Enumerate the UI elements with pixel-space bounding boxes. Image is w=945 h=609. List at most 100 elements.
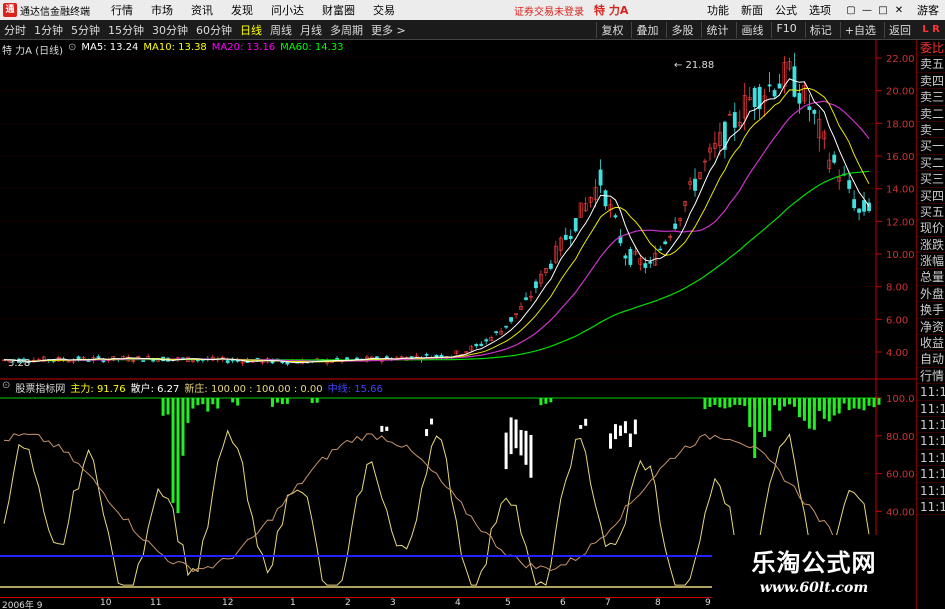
side-panel-item[interactable]: 11:1 bbox=[917, 417, 945, 434]
side-panel-item[interactable]: 卖四 bbox=[917, 73, 945, 90]
date-tick-label: 8 bbox=[655, 598, 661, 608]
side-panel-item[interactable]: 卖三 bbox=[917, 89, 945, 106]
period-tab-5min[interactable]: 5分钟 bbox=[71, 22, 100, 38]
indicator-green-bar bbox=[852, 398, 856, 409]
side-panel-item[interactable]: 11:1 bbox=[917, 401, 945, 417]
price-axis-label: 10.00 bbox=[886, 250, 915, 261]
period-tab-intraday[interactable]: 分时 bbox=[4, 22, 26, 38]
period-tab-monthly[interactable]: 月线 bbox=[300, 22, 322, 38]
indicator-white-bar bbox=[514, 419, 518, 449]
menu-item-function[interactable]: 功能 bbox=[707, 2, 729, 18]
period-tab-30min[interactable]: 30分钟 bbox=[152, 22, 188, 38]
side-panel-item[interactable]: 11:1 bbox=[917, 483, 945, 499]
side-panel-item[interactable]: 现价 bbox=[917, 220, 945, 237]
side-panel-item[interactable]: 买二 bbox=[917, 155, 945, 172]
indicator-green-bar bbox=[758, 398, 762, 432]
close-icon[interactable]: ✕ bbox=[891, 5, 907, 16]
pin-icon[interactable]: ▢ bbox=[843, 5, 859, 16]
menu-item-trade[interactable]: 交易 bbox=[373, 2, 395, 18]
indicator-green-bar bbox=[280, 398, 284, 405]
tool-stats[interactable]: 统计 bbox=[701, 21, 728, 38]
price-axis-label: 18.00 bbox=[886, 119, 915, 130]
period-tab-15min[interactable]: 15分钟 bbox=[108, 22, 144, 38]
indicator-green-bar bbox=[862, 398, 866, 411]
side-panel-item[interactable]: 11:1 bbox=[917, 433, 945, 450]
price-axis-label: 20.00 bbox=[886, 87, 915, 98]
candle-body bbox=[767, 84, 772, 87]
indicator-white-bar bbox=[623, 421, 627, 434]
side-panel-item[interactable]: 买三 bbox=[917, 171, 945, 188]
login-status[interactable]: 证券交易未登录 bbox=[514, 3, 584, 18]
side-panel-item[interactable]: 卖二 bbox=[917, 106, 945, 122]
tool-draw[interactable]: 画线 bbox=[736, 21, 763, 38]
menu-item-quotes[interactable]: 行情 bbox=[111, 2, 133, 18]
side-panel-item[interactable]: 净资 bbox=[917, 319, 945, 336]
candle-body bbox=[384, 356, 389, 359]
window-controls: ▢ — □ ✕ bbox=[843, 5, 907, 16]
indicator-green-bar bbox=[236, 398, 240, 406]
period-tab-60min[interactable]: 60分钟 bbox=[196, 22, 232, 38]
tool-back[interactable]: 返回 bbox=[884, 21, 911, 38]
side-panel-item[interactable]: 委比 bbox=[917, 40, 945, 57]
settings-icon[interactable]: ⊙ bbox=[68, 42, 76, 56]
side-panel-item[interactable]: 卖五 bbox=[917, 56, 945, 73]
indicator-green-bar bbox=[275, 398, 279, 403]
indicator-white-bar bbox=[385, 426, 389, 431]
side-panel-item[interactable]: 买一 bbox=[917, 138, 945, 155]
side-panel-item[interactable]: 买四 bbox=[917, 188, 945, 204]
tool-multi-stock[interactable]: 多股 bbox=[666, 21, 693, 38]
indicator-green-bar bbox=[176, 398, 180, 514]
date-tick-label: 12 bbox=[222, 598, 234, 608]
indicator-white-bar bbox=[613, 424, 617, 440]
maximize-icon[interactable]: □ bbox=[875, 5, 891, 16]
menu-item-formula[interactable]: 公式 bbox=[775, 2, 797, 18]
side-panel-item[interactable]: 总量 bbox=[917, 269, 945, 286]
side-panel-item[interactable]: 自动 bbox=[917, 351, 945, 368]
candle-body bbox=[355, 357, 359, 360]
tool-add-favorite[interactable]: +自选 bbox=[839, 21, 876, 38]
indicator-settings-icon[interactable]: ⊙ bbox=[2, 380, 10, 394]
menu-item-market[interactable]: 市场 bbox=[151, 2, 173, 18]
side-panel-item[interactable]: 行情 bbox=[917, 368, 945, 385]
period-tab-multi[interactable]: 多周期 bbox=[330, 22, 363, 38]
side-panel-item[interactable]: 涨幅 bbox=[917, 253, 945, 270]
period-tab-weekly[interactable]: 周线 bbox=[270, 22, 292, 38]
side-panel-item[interactable]: 涨跌 bbox=[917, 237, 945, 254]
indicator-green-bar bbox=[206, 398, 210, 412]
date-tick-label: 9 bbox=[705, 598, 711, 608]
period-tab-daily[interactable]: 日线 bbox=[240, 22, 262, 38]
menu-item-news[interactable]: 资讯 bbox=[191, 2, 213, 18]
side-panel-item[interactable]: 外盘 bbox=[917, 286, 945, 303]
guest-label[interactable]: 游客 bbox=[917, 2, 939, 18]
corner-label[interactable]: L R bbox=[917, 20, 945, 40]
indicator-white-bar bbox=[504, 432, 508, 470]
side-panel-item[interactable]: 11:1 bbox=[917, 450, 945, 467]
side-panel-item[interactable]: 11:1 bbox=[917, 499, 945, 516]
candle-body bbox=[628, 249, 633, 265]
tool-overlay[interactable]: 叠加 bbox=[631, 21, 658, 38]
side-panel-item[interactable]: 收益 bbox=[917, 335, 945, 352]
period-tab-1min[interactable]: 1分钟 bbox=[34, 22, 63, 38]
menu-item-new-page[interactable]: 新面 bbox=[741, 2, 763, 18]
tool-f10[interactable]: F10 bbox=[771, 21, 797, 38]
tool-mark[interactable]: 标记 bbox=[804, 21, 832, 38]
chart-canvas[interactable]: 22.00 20.00 18.00 16.00 14.00 12.00 10.00 8.00 6… bbox=[0, 40, 916, 597]
menu-item-wealth[interactable]: 财富圈 bbox=[322, 2, 355, 18]
indicator-green-bar bbox=[728, 398, 732, 408]
indicator-white-bar bbox=[380, 425, 384, 432]
indicator-green-bar bbox=[792, 398, 796, 407]
menu-item-discover[interactable]: 发现 bbox=[231, 2, 253, 18]
side-panel-item[interactable]: 11:1 bbox=[917, 466, 945, 483]
menu-item-assistant[interactable]: 问小达 bbox=[271, 2, 304, 18]
side-panel-item[interactable]: 卖一 bbox=[917, 122, 945, 139]
side-panel-item[interactable]: 换手 bbox=[917, 302, 945, 319]
candle-body bbox=[598, 169, 603, 186]
candle-body bbox=[862, 200, 866, 212]
minimize-icon[interactable]: — bbox=[859, 5, 875, 16]
side-panel-item[interactable]: 11:1 bbox=[917, 384, 945, 401]
period-tab-more[interactable]: 更多 > bbox=[371, 22, 406, 38]
side-panel-item[interactable]: 买五 bbox=[917, 204, 945, 221]
indicator-green-bar bbox=[738, 398, 742, 405]
menu-item-options[interactable]: 选项 bbox=[809, 2, 831, 18]
tool-adjust[interactable]: 复权 bbox=[596, 21, 623, 38]
